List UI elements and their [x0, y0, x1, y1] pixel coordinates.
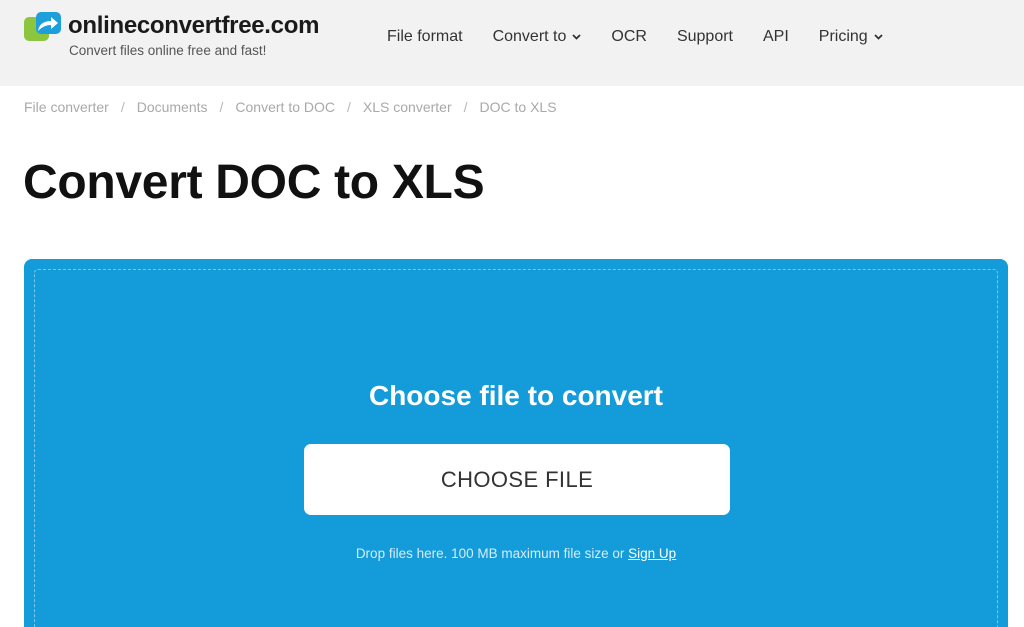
logo-tagline: Convert files online free and fast!	[69, 43, 267, 58]
nav-convert-to[interactable]: Convert to	[493, 28, 582, 46]
nav-api-label: API	[763, 28, 789, 45]
breadcrumb-separator: /	[347, 99, 351, 115]
sign-up-link[interactable]: Sign Up	[628, 546, 676, 561]
breadcrumb-convert-to-doc[interactable]: Convert to DOC	[235, 99, 335, 115]
chevron-down-icon	[874, 34, 883, 40]
breadcrumb-separator: /	[120, 99, 125, 115]
nav-ocr-label: OCR	[611, 28, 647, 45]
site-logo[interactable]: onlineconvertfree.com Convert files onli…	[24, 12, 319, 58]
dropzone-note: Drop files here. 100 MB maximum file siz…	[35, 546, 997, 561]
breadcrumb-separator: /	[219, 99, 224, 115]
breadcrumb-xls-converter[interactable]: XLS converter	[363, 99, 452, 115]
nav-convert-to-label: Convert to	[492, 28, 567, 45]
logo-icon	[24, 12, 61, 41]
breadcrumb-documents[interactable]: Documents	[137, 99, 208, 115]
nav-file-format-label: File format	[387, 28, 463, 45]
breadcrumb-separator: /	[463, 99, 468, 115]
nav-pricing[interactable]: Pricing	[819, 28, 883, 46]
page-title: Convert DOC to XLS	[23, 156, 485, 209]
choose-file-button[interactable]: CHOOSE FILE	[304, 444, 730, 515]
logo-name: onlineconvertfree.com	[68, 12, 320, 39]
nav-file-format[interactable]: File format	[387, 28, 463, 46]
nav-ocr[interactable]: OCR	[611, 28, 647, 46]
site-header: onlineconvertfree.com Convert files onli…	[0, 0, 1024, 86]
main-nav: File format Convert to OCR Support API P…	[387, 0, 913, 74]
chevron-down-icon	[572, 34, 582, 40]
nav-api[interactable]: API	[763, 28, 789, 46]
nav-support-label: Support	[676, 28, 733, 45]
nav-support[interactable]: Support	[677, 28, 733, 46]
breadcrumb-current-page: DOC to XLS	[479, 99, 557, 115]
dropzone-dashed-border: Choose file to convert CHOOSE FILE Drop …	[34, 269, 998, 627]
nav-pricing-label: Pricing	[818, 28, 868, 45]
dropzone-note-text: Drop files here. 100 MB maximum file siz…	[355, 546, 629, 561]
dropzone-title: Choose file to convert	[368, 380, 664, 411]
file-dropzone[interactable]: Choose file to convert CHOOSE FILE Drop …	[24, 259, 1008, 627]
breadcrumb-file-converter[interactable]: File converter	[24, 99, 109, 115]
breadcrumb: File converter / Documents / Convert to …	[24, 99, 557, 115]
